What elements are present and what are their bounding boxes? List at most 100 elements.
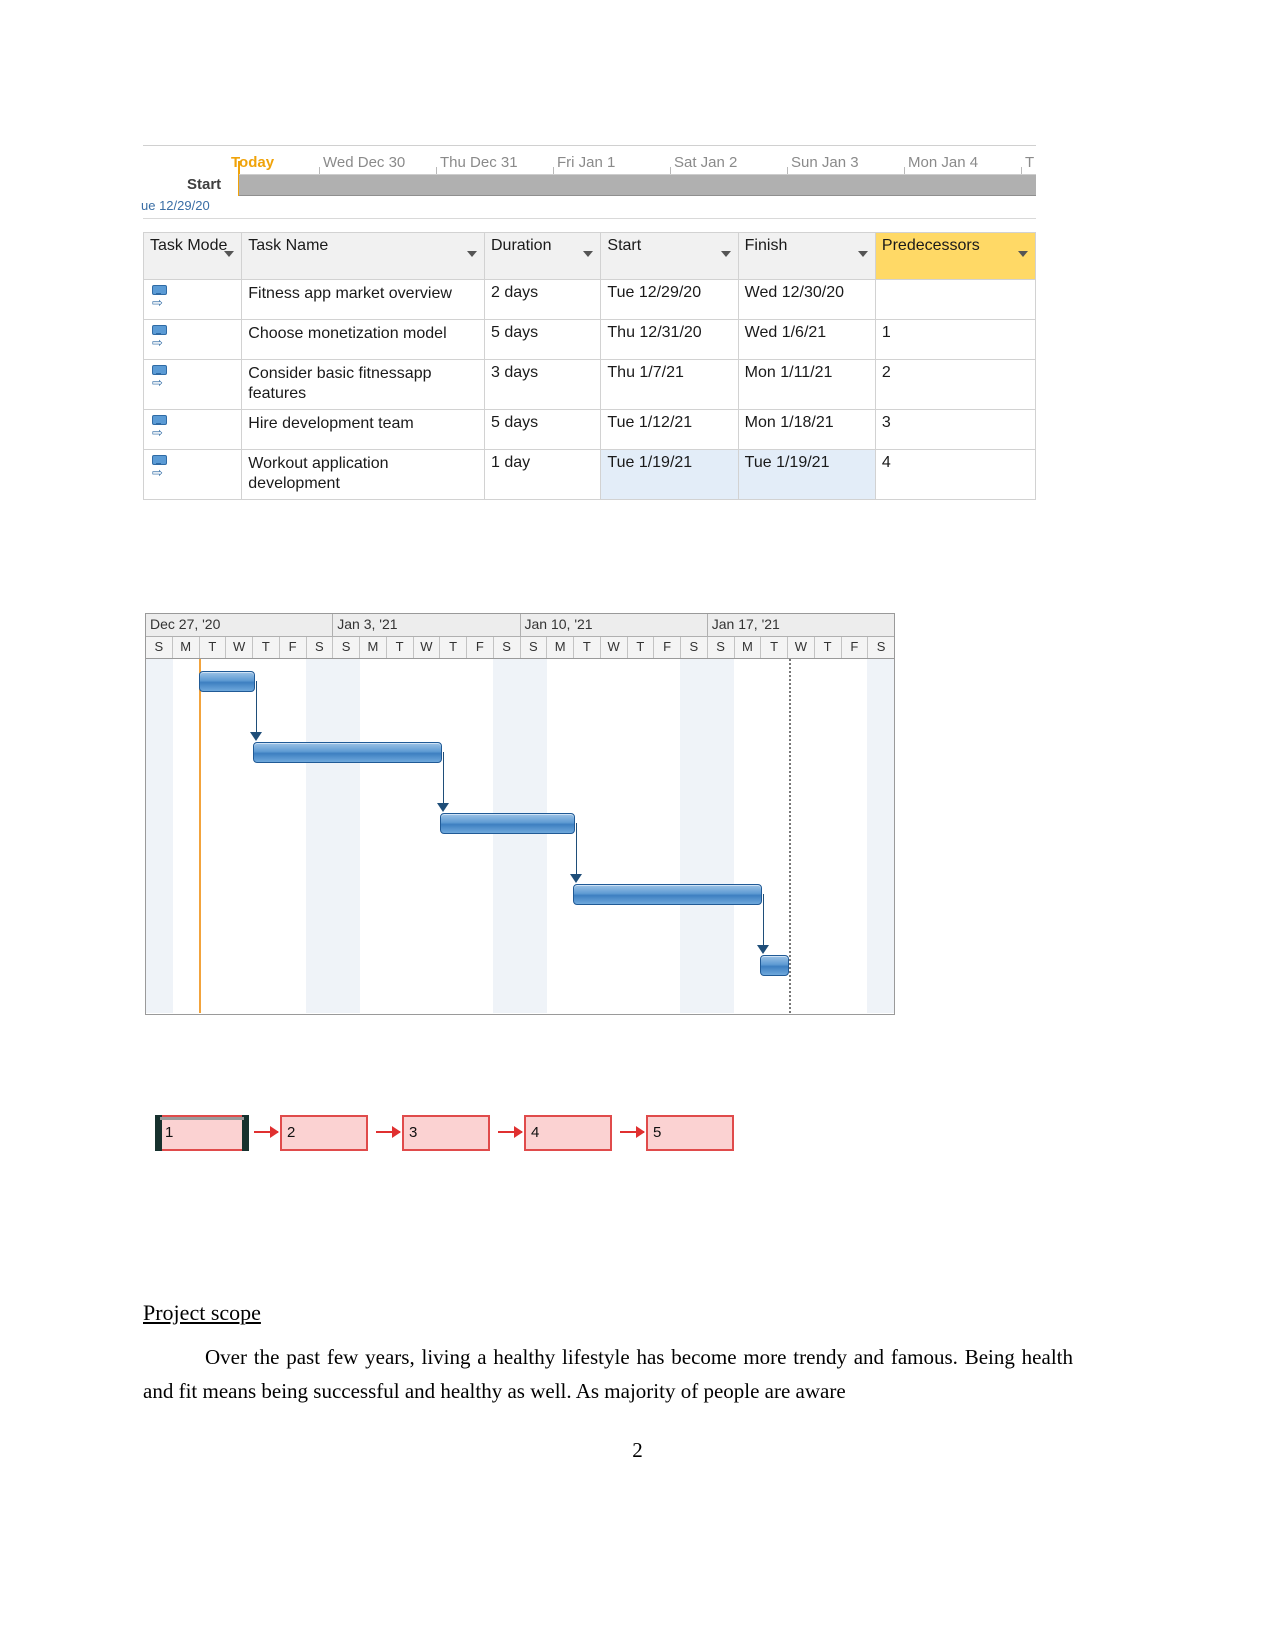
gantt-plot-area[interactable] xyxy=(146,659,894,1013)
manually-scheduled-icon[interactable]: ⇨ xyxy=(150,414,170,440)
gantt-day-label: W xyxy=(788,637,815,658)
cell-predecessors[interactable]: 4 xyxy=(874,448,1037,500)
network-node-label: 4 xyxy=(531,1124,540,1141)
cell-start[interactable]: Tue 1/12/21 xyxy=(600,408,739,450)
column-header-task-name[interactable]: Task Name xyxy=(241,232,485,280)
column-header-start[interactable]: Start xyxy=(600,232,739,280)
network-link-arrow-icon xyxy=(254,1126,279,1138)
gantt-chart[interactable]: Dec 27, '20 Jan 3, '21 Jan 10, '21 Jan 17, … xyxy=(145,613,895,1015)
task-table[interactable]: Task Mode Task Name Duration Start Finis… xyxy=(142,232,1037,500)
dependency-arrow-icon xyxy=(249,732,262,741)
network-node-label: 3 xyxy=(409,1124,418,1141)
chevron-down-icon[interactable] xyxy=(224,251,235,257)
gantt-weekend-column xyxy=(707,659,734,1013)
gantt-day-label: T xyxy=(815,637,842,658)
cell-task-name[interactable]: Workout application development xyxy=(241,448,485,500)
cell-predecessors[interactable]: 2 xyxy=(874,359,1037,410)
chevron-down-icon[interactable] xyxy=(583,251,594,257)
cell-task-name[interactable]: Hire development team xyxy=(241,408,485,450)
network-node[interactable]: 2 xyxy=(280,1115,368,1151)
node-selection-handle-left[interactable] xyxy=(155,1115,162,1151)
gantt-day-label: W xyxy=(601,637,628,658)
chevron-down-icon[interactable] xyxy=(720,251,731,257)
cell-start[interactable]: Thu 1/7/21 xyxy=(600,359,739,410)
column-header-task-mode[interactable]: Task Mode xyxy=(142,232,243,280)
node-selection-handle-right[interactable] xyxy=(242,1115,249,1151)
cell-task-name[interactable]: Fitness app market overview xyxy=(241,279,485,320)
cell-task-mode[interactable]: ⇨ xyxy=(142,319,243,360)
cell-duration[interactable]: 5 days xyxy=(483,408,602,450)
cell-task-name[interactable]: Consider basic fitnessapp features xyxy=(241,359,485,410)
cell-predecessors[interactable]: 3 xyxy=(874,408,1037,450)
cell-duration[interactable]: 5 days xyxy=(483,319,602,360)
gantt-bar[interactable] xyxy=(573,884,763,905)
gantt-bar[interactable] xyxy=(760,955,790,976)
chevron-down-icon[interactable] xyxy=(857,251,868,257)
gantt-day-label: T xyxy=(574,637,601,658)
network-node-label: 1 xyxy=(165,1124,174,1141)
column-header-duration[interactable]: Duration xyxy=(483,232,602,280)
timeline-today-label: Today xyxy=(231,154,275,171)
cell-task-mode[interactable]: ⇨ xyxy=(142,408,243,450)
gantt-day-label: S xyxy=(708,637,735,658)
cell-start[interactable]: Tue 1/19/21 xyxy=(600,448,739,500)
cell-task-name[interactable]: Choose monetization model xyxy=(241,319,485,360)
table-row[interactable]: ⇨ Hire development team 5 days Tue 1/12/21 M… xyxy=(142,408,1037,450)
cell-predecessors[interactable]: 1 xyxy=(874,319,1037,360)
gantt-day-label: T xyxy=(440,637,467,658)
cell-finish[interactable]: Tue 1/19/21 xyxy=(737,448,876,500)
project-timeline: Wed Dec 30 Thu Dec 31 Fri Jan 1 Sat Jan 2 Su… xyxy=(141,145,1036,219)
timeline-span-bar[interactable] xyxy=(239,174,1036,196)
network-node[interactable]: 4 xyxy=(524,1115,612,1151)
column-header-finish[interactable]: Finish xyxy=(737,232,876,280)
cell-start[interactable]: Thu 12/31/20 xyxy=(600,319,739,360)
gantt-weekend-column xyxy=(146,659,173,1013)
cell-finish[interactable]: Mon 1/18/21 xyxy=(737,408,876,450)
table-row[interactable]: ⇨ Consider basic fitnessapp features 3 day… xyxy=(142,359,1037,410)
timeline-tick-label: Fri Jan 1 xyxy=(557,154,616,171)
cell-task-mode[interactable]: ⇨ xyxy=(142,279,243,320)
cell-predecessors[interactable] xyxy=(874,279,1037,320)
gantt-bar[interactable] xyxy=(199,671,255,692)
gantt-day-label: S xyxy=(521,637,548,658)
cell-finish[interactable]: Wed 1/6/21 xyxy=(737,319,876,360)
table-row[interactable]: ⇨ Fitness app market overview 2 days Tue 12… xyxy=(142,279,1037,320)
table-row[interactable]: ⇨ Workout application development 1 day Tue… xyxy=(142,448,1037,500)
cell-finish[interactable]: Mon 1/11/21 xyxy=(737,359,876,410)
gantt-weekend-column xyxy=(493,659,520,1013)
gantt-bar[interactable] xyxy=(252,742,442,763)
manually-scheduled-icon[interactable]: ⇨ xyxy=(150,364,170,390)
cell-finish[interactable]: Wed 12/30/20 xyxy=(737,279,876,320)
gantt-day-label: S xyxy=(494,637,521,658)
gantt-weekend-column xyxy=(333,659,360,1013)
cell-task-mode[interactable]: ⇨ xyxy=(142,359,243,410)
column-header-predecessors-label: Predecessors xyxy=(881,237,980,254)
cell-task-mode[interactable]: ⇨ xyxy=(142,448,243,500)
cell-start[interactable]: Tue 12/29/20 xyxy=(600,279,739,320)
cell-duration[interactable]: 3 days xyxy=(483,359,602,410)
gantt-day-label: T xyxy=(628,637,655,658)
page-number: 2 xyxy=(632,1438,643,1462)
dependency-link-drop xyxy=(442,752,444,803)
gantt-week-header: Dec 27, '20 Jan 3, '21 Jan 10, '21 Jan 17, … xyxy=(146,614,894,637)
network-node[interactable]: 1 xyxy=(155,1115,249,1151)
cell-duration[interactable]: 2 days xyxy=(483,279,602,320)
gantt-bar[interactable] xyxy=(439,813,576,834)
manually-scheduled-icon[interactable]: ⇨ xyxy=(150,324,170,350)
network-link-arrow-icon xyxy=(498,1126,523,1138)
manually-scheduled-icon[interactable]: ⇨ xyxy=(150,284,170,310)
gantt-weekend-column xyxy=(680,659,707,1013)
cell-duration[interactable]: 1 day xyxy=(483,448,602,500)
gantt-status-line xyxy=(789,659,792,1013)
network-diagram[interactable]: 1 2 3 4 5 xyxy=(155,1115,738,1157)
timeline-tick-label: Wed Dec 30 xyxy=(323,154,406,171)
table-row[interactable]: ⇨ Choose monetization model 5 days Thu 12/3… xyxy=(142,319,1037,360)
chevron-down-icon[interactable] xyxy=(466,251,477,257)
network-node[interactable]: 5 xyxy=(646,1115,734,1151)
chevron-down-icon[interactable] xyxy=(1018,251,1028,257)
manually-scheduled-icon[interactable]: ⇨ xyxy=(150,454,170,480)
network-node[interactable]: 3 xyxy=(402,1115,490,1151)
timeline-tick-label: Mon Jan 4 xyxy=(908,154,979,171)
column-header-predecessors[interactable]: Predecessors xyxy=(874,232,1037,280)
gantt-weekend-column xyxy=(306,659,333,1013)
